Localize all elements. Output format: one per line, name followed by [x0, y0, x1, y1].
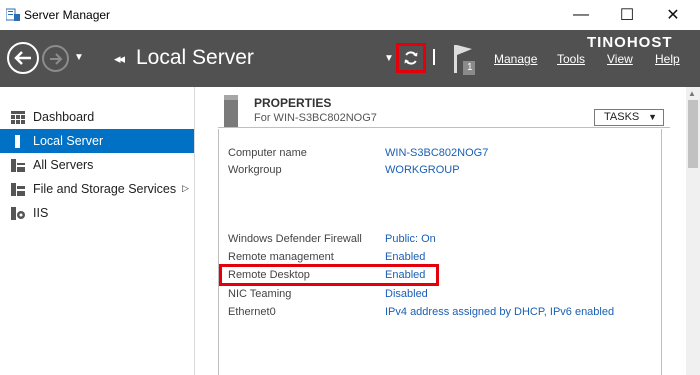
property-label: Ethernet0	[228, 306, 276, 318]
vertical-scrollbar[interactable]: ▲	[686, 87, 700, 375]
property-value-link[interactable]: IPv4 address assigned by DHCP, IPv6 enab…	[385, 306, 614, 318]
property-label: Remote management	[228, 251, 334, 263]
server-manager-icon	[6, 8, 20, 21]
dashboard-icon	[11, 111, 25, 124]
back-button[interactable]	[7, 42, 39, 74]
menu-help[interactable]: Help	[655, 52, 680, 66]
notification-count: 1	[467, 62, 473, 73]
sidebar-item-label: Local Server	[33, 134, 104, 148]
tasks-label: TASKS	[604, 111, 640, 123]
notifications-button[interactable]: 1	[452, 43, 480, 77]
properties-subtitle: For WIN-S3BC802NOG7	[254, 112, 377, 124]
properties-title: PROPERTIES	[254, 96, 332, 110]
scrollbar-thumb[interactable]	[688, 100, 698, 168]
sidebar-item-label: File and Storage Services	[33, 182, 177, 196]
sidebar-item-label: Dashboard	[33, 110, 95, 124]
refresh-icon	[404, 51, 418, 65]
title-bar: Server Manager — ☐ ✕	[0, 0, 700, 30]
property-value-link[interactable]: Public: On	[385, 233, 436, 245]
property-value-link[interactable]: WORKGROUP	[385, 164, 460, 176]
property-value-link[interactable]: Disabled	[385, 288, 428, 300]
refresh-button[interactable]	[396, 43, 426, 73]
storage-icon	[11, 183, 25, 196]
breadcrumb-arrows: ◂◂	[114, 51, 125, 66]
property-label: NIC Teaming	[228, 288, 292, 300]
iis-icon	[11, 207, 25, 220]
property-value-link[interactable]: WIN-S3BC802NOG7	[385, 147, 488, 159]
history-dropdown-icon[interactable]: ▼	[74, 52, 84, 63]
forward-button[interactable]	[42, 45, 69, 72]
property-label: Workgroup	[228, 164, 282, 176]
property-label: Computer name	[228, 147, 307, 159]
flag-icon	[454, 45, 475, 75]
refresh-dropdown-icon[interactable]: ▼	[384, 53, 394, 64]
page-title: Local Server	[136, 46, 254, 69]
local-server-icon	[15, 135, 20, 148]
scroll-up-icon[interactable]: ▲	[688, 89, 696, 98]
sidebar-item-iis[interactable]: IIS	[0, 201, 194, 225]
chevron-down-icon: ▼	[648, 112, 657, 122]
tasks-dropdown[interactable]: TASKS ▼	[594, 109, 664, 126]
sidebar-item-dashboard[interactable]: Dashboard	[0, 105, 194, 129]
all-servers-icon	[11, 159, 25, 172]
arrow-right-icon	[49, 52, 62, 65]
sidebar: Dashboard Local Server All Servers File …	[0, 87, 195, 375]
menu-view[interactable]: View	[607, 52, 633, 66]
window-title: Server Manager	[24, 8, 111, 22]
remote-desktop-highlight	[219, 264, 439, 286]
menu-manage[interactable]: Manage	[494, 52, 537, 66]
minimize-button[interactable]: —	[558, 0, 604, 30]
properties-tile-icon	[224, 95, 238, 128]
property-value-link[interactable]: Enabled	[385, 251, 425, 263]
menu-tools[interactable]: Tools	[557, 52, 585, 66]
header-separator	[433, 49, 435, 65]
sidebar-item-label: IIS	[33, 206, 49, 220]
arrow-left-icon	[14, 51, 31, 65]
expand-arrow-icon[interactable]: ▷	[182, 183, 189, 194]
properties-divider	[218, 127, 670, 128]
sidebar-item-label: All Servers	[33, 158, 94, 172]
maximize-button[interactable]: ☐	[604, 0, 650, 30]
close-button[interactable]: ✕	[650, 0, 696, 30]
sidebar-item-local-server[interactable]: Local Server	[0, 129, 194, 153]
sidebar-item-file-storage[interactable]: File and Storage Services ▷	[0, 177, 194, 201]
sidebar-item-all-servers[interactable]: All Servers	[0, 153, 194, 177]
property-label: Windows Defender Firewall	[228, 233, 362, 245]
brand-watermark: TINOHOST	[587, 34, 673, 51]
main-content: PROPERTIES For WIN-S3BC802NOG7 TASKS ▼ C…	[196, 87, 700, 375]
